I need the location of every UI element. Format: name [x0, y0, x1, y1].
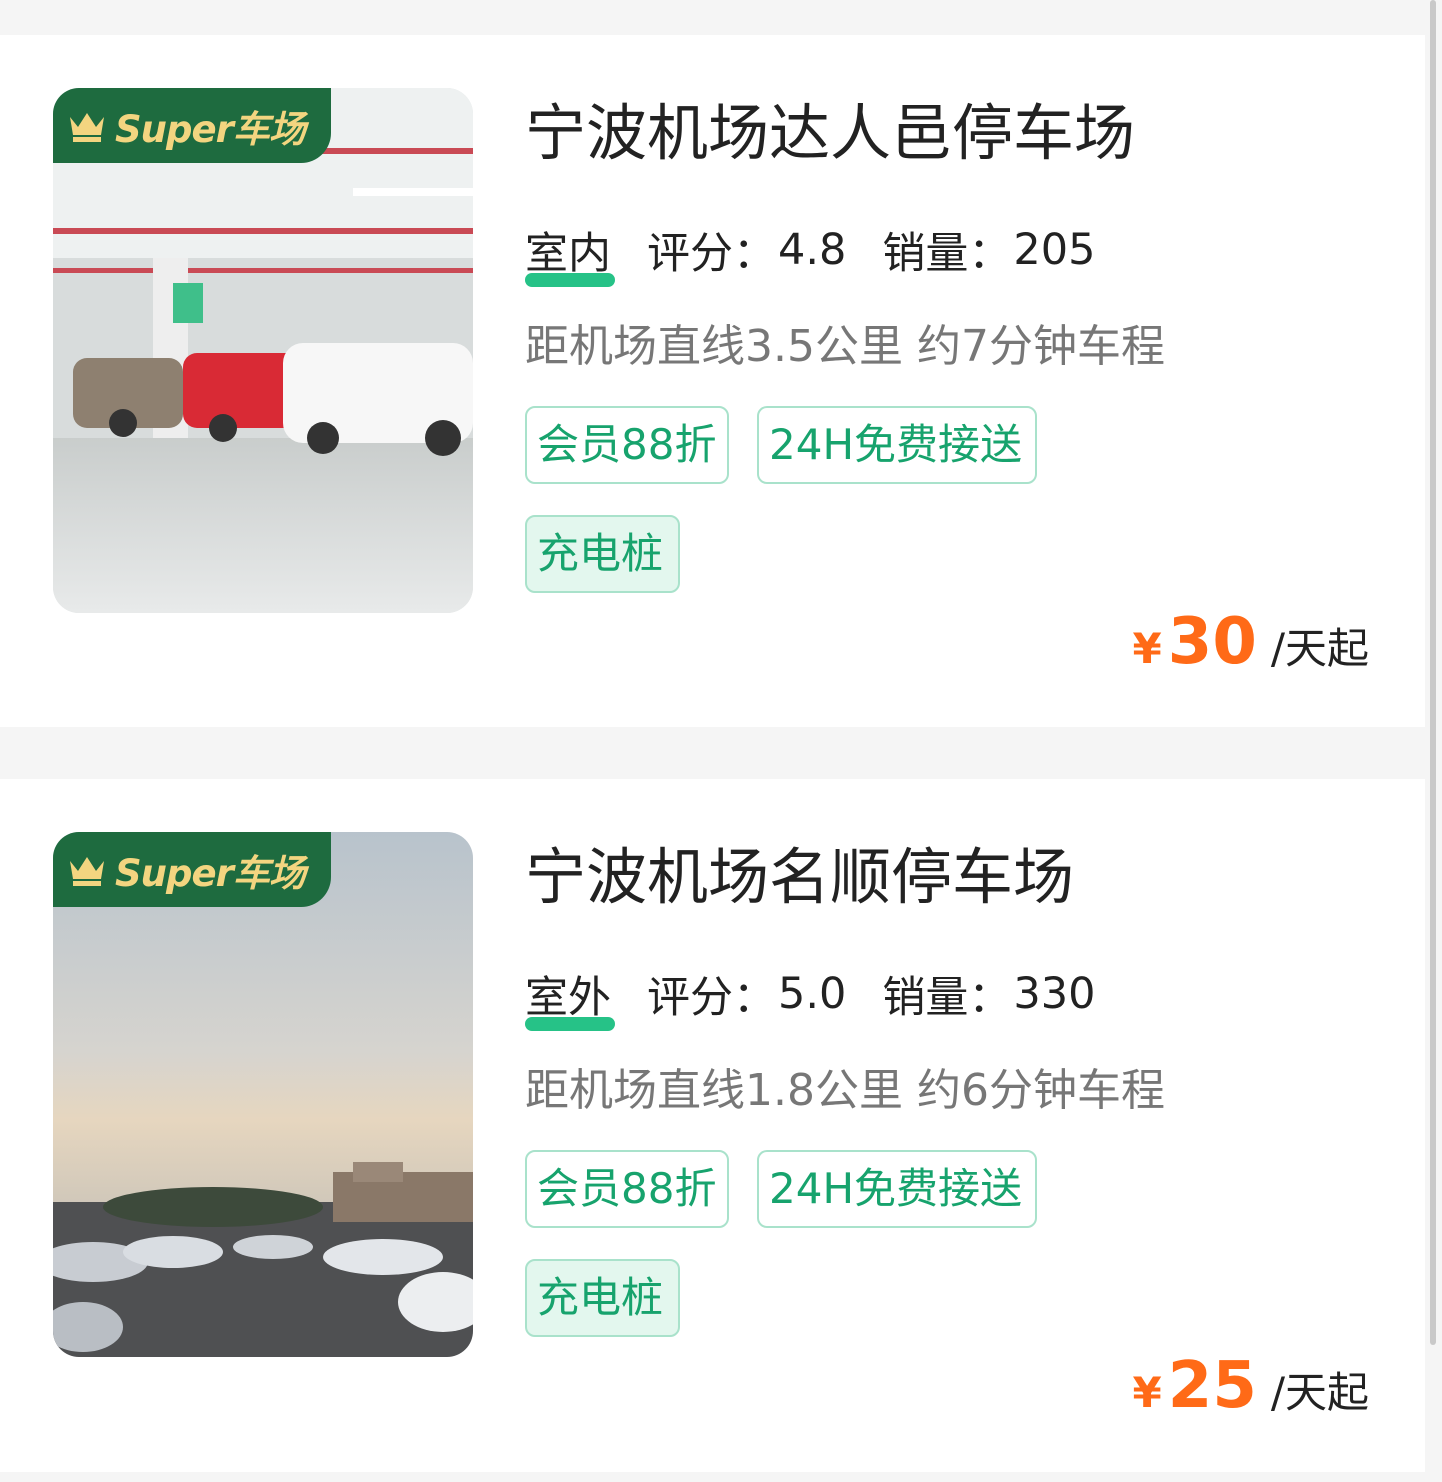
distance-info: 距机场直线1.8公里 约6分钟车程	[525, 1065, 1165, 1116]
parking-type: 室外	[525, 963, 615, 1031]
super-parking-badge: Super车场	[53, 88, 331, 163]
price: ¥ 30 /天起	[1133, 605, 1369, 679]
parking-listing-card[interactable]: Super车场 宁波机场名顺停车场 室外 评分： 5.0 销量： 330 距机场…	[0, 779, 1425, 1472]
parking-lot-photo[interactable]: Super车场	[53, 832, 473, 1357]
crown-icon	[70, 112, 104, 142]
parking-name[interactable]: 宁波机场名顺停车场	[525, 839, 1074, 917]
rating-value: 5.0	[778, 969, 847, 1019]
parking-type: 室内	[525, 219, 615, 287]
tag-member-discount: 会员88折	[525, 1150, 729, 1228]
tag-free-shuttle: 24H免费接送	[757, 1150, 1037, 1228]
tag-charging-station: 充电桩	[525, 515, 680, 593]
outdoor-parking-image	[53, 832, 473, 1357]
sales-value: 330	[1013, 969, 1096, 1019]
price-amount: 25	[1167, 1349, 1257, 1423]
parking-lot-photo[interactable]: Super车场	[53, 88, 473, 613]
price-amount: 30	[1167, 605, 1257, 679]
price-unit: /天起	[1270, 1368, 1369, 1417]
tag-charging-station: 充电桩	[525, 1259, 680, 1337]
super-parking-badge: Super车场	[53, 832, 331, 907]
indoor-parking-image	[53, 88, 473, 613]
parking-listing-card[interactable]: Super车场 宁波机场达人邑停车场 室内 评分： 4.8 销量： 205 距机…	[0, 35, 1425, 727]
rating-label: 评分：	[647, 973, 776, 1023]
parking-meta: 室外 评分： 5.0 销量： 330	[525, 963, 1096, 1031]
parking-name[interactable]: 宁波机场达人邑停车场	[525, 95, 1135, 173]
currency-symbol: ¥	[1132, 1368, 1162, 1417]
sales-label: 销量：	[882, 229, 1012, 279]
sales-label: 销量：	[882, 973, 1012, 1023]
currency-symbol: ¥	[1132, 624, 1162, 673]
rating-label: 评分：	[647, 229, 776, 279]
badge-label: Super车场	[115, 851, 306, 895]
tag-member-discount: 会员88折	[525, 406, 729, 484]
scrollbar[interactable]	[1430, 0, 1436, 1345]
price: ¥ 25 /天起	[1133, 1349, 1369, 1423]
sales-value: 205	[1013, 225, 1096, 275]
tag-free-shuttle: 24H免费接送	[757, 406, 1037, 484]
badge-label: Super车场	[115, 107, 306, 151]
price-unit: /天起	[1270, 624, 1369, 673]
crown-icon	[70, 856, 104, 886]
rating-value: 4.8	[778, 225, 847, 275]
distance-info: 距机场直线3.5公里 约7分钟车程	[525, 321, 1165, 372]
parking-meta: 室内 评分： 4.8 销量： 205	[525, 219, 1096, 287]
